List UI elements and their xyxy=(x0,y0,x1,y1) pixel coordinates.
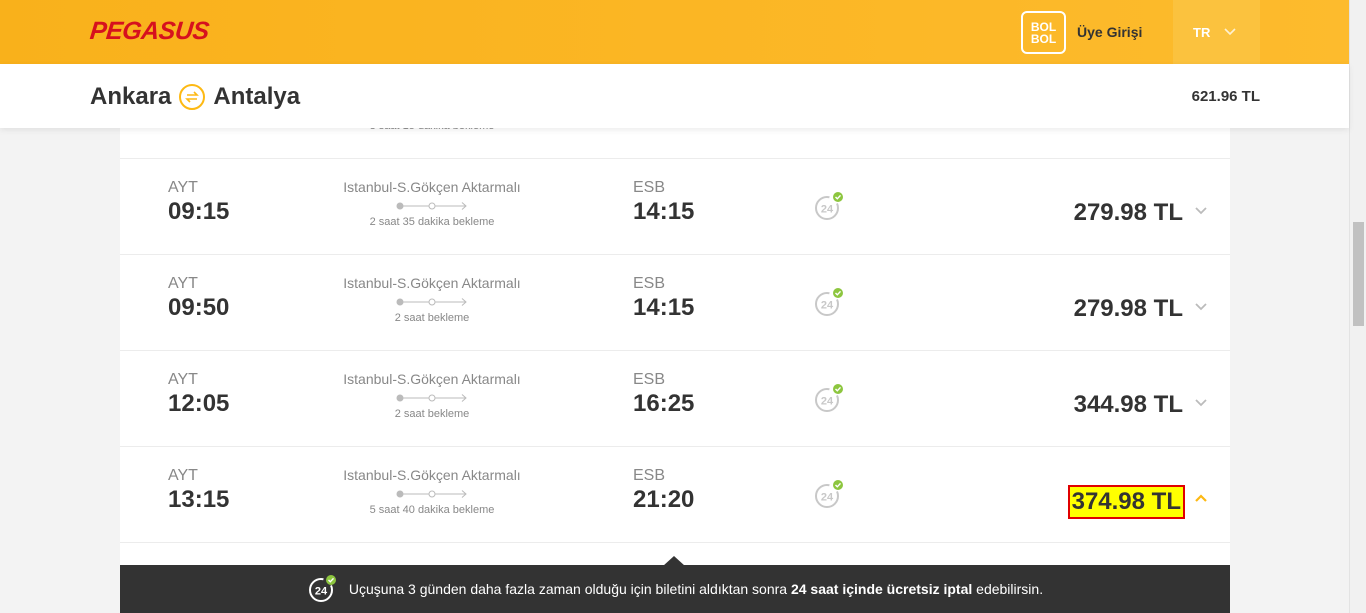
bolbol-icon[interactable]: BOL BOL xyxy=(1021,11,1066,54)
language-label: TR xyxy=(1193,24,1211,40)
route-title: Ankara Antalya xyxy=(90,83,300,111)
destination-city: Antalya xyxy=(213,83,301,110)
svg-text:24: 24 xyxy=(821,204,834,216)
free-cancel-24h-icon: 24 xyxy=(815,288,843,316)
svg-text:24: 24 xyxy=(821,396,834,408)
origin-city: Ankara xyxy=(90,83,172,110)
chevron-down-icon[interactable] xyxy=(1194,299,1208,313)
svg-text:24: 24 xyxy=(821,300,834,312)
chevron-down-icon[interactable] xyxy=(1194,203,1208,217)
connection-info: Istanbul-S.Gökçen Aktarmalı xyxy=(343,275,521,291)
departure-airport-code: AYT xyxy=(168,467,198,484)
arrival-time: 14:15 xyxy=(633,198,695,225)
layover-duration: 5 saat 40 dakika bekleme xyxy=(369,504,495,516)
total-price: 621.96 TL xyxy=(1191,88,1260,105)
route-summary-bar: Ankara Antalya 621.96 TL xyxy=(0,64,1349,128)
flight-row[interactable]: AYT 13:15 Istanbul-S.Gökçen Aktarmalı 5 … xyxy=(120,447,1230,543)
connection-arrow-icon xyxy=(396,298,467,306)
arrival-airport-code: ESB xyxy=(633,275,666,292)
layover-duration: 2 saat bekleme xyxy=(394,312,470,324)
chevron-down-icon[interactable] xyxy=(1194,395,1208,409)
svg-text:24: 24 xyxy=(821,492,834,504)
departure-airport-code: AYT xyxy=(168,179,198,196)
connection-arrow-icon xyxy=(396,490,467,498)
departure-airport-code: AYT xyxy=(168,275,198,292)
connection-info: Istanbul-S.Gökçen Aktarmalı xyxy=(343,179,521,195)
free-cancel-24h-icon: 24 xyxy=(308,575,336,602)
flight-row[interactable]: AYT 09:15 Istanbul-S.Gökçen Aktarmalı 2 … xyxy=(120,159,1230,255)
departure-time: 09:50 xyxy=(168,294,230,321)
svg-text:24: 24 xyxy=(315,586,328,598)
bolbol-text-line1: BOL xyxy=(1030,19,1057,34)
scrollbar-thumb[interactable] xyxy=(1353,222,1364,326)
selected-fare-price[interactable]: 374.98 TL xyxy=(1067,485,1185,519)
flight-list: 08:35 3 saat 15 dakika bekleme 14:15 24 … xyxy=(120,96,1230,613)
arrival-airport-code: ESB xyxy=(633,179,666,196)
fare-price[interactable]: 344.98 TL xyxy=(1074,391,1183,419)
bolbol-text-line2: BOL xyxy=(1030,31,1057,46)
connection-info: Istanbul-S.Gökçen Aktarmalı xyxy=(343,467,521,483)
free-cancel-24h-icon: 24 xyxy=(815,480,843,508)
banner-text: Uçuşuna 3 günden daha fazla zaman olduğu… xyxy=(348,581,1044,597)
fare-price[interactable]: 279.98 TL xyxy=(1074,199,1183,227)
arrival-time: 21:20 xyxy=(633,486,695,513)
departure-airport-code: AYT xyxy=(168,371,198,388)
page-scrollbar[interactable] xyxy=(1349,0,1366,613)
chevron-down-icon xyxy=(1224,28,1236,36)
connection-arrow-icon xyxy=(396,394,467,402)
pegasus-logo[interactable]: PEGASUS xyxy=(88,17,211,46)
top-header: PEGASUS BOL BOL Üye Girişi TR xyxy=(0,0,1349,64)
free-cancel-banner: 24 Uçuşuna 3 günden daha fazla zaman old… xyxy=(120,565,1230,613)
flight-row[interactable]: AYT 09:50 Istanbul-S.Gökçen Aktarmalı 2 … xyxy=(120,255,1230,351)
fare-price[interactable]: 279.98 TL xyxy=(1074,295,1183,323)
flight-row[interactable]: AYT 12:05 Istanbul-S.Gökçen Aktarmalı 2 … xyxy=(120,351,1230,447)
arrival-airport-code: ESB xyxy=(633,371,666,388)
connection-info: Istanbul-S.Gökçen Aktarmalı xyxy=(343,371,521,387)
chevron-up-icon[interactable] xyxy=(1194,491,1208,505)
arrival-time: 14:15 xyxy=(633,294,695,321)
arrival-time: 16:25 xyxy=(633,390,695,417)
arrival-airport-code: ESB xyxy=(633,467,666,484)
login-link[interactable]: Üye Girişi xyxy=(1077,24,1142,40)
free-cancel-24h-icon: 24 xyxy=(815,192,843,220)
departure-time: 09:15 xyxy=(168,198,230,225)
free-cancel-24h-icon: 24 xyxy=(815,384,843,412)
layover-duration: 2 saat bekleme xyxy=(394,408,470,420)
swap-arrows-icon xyxy=(179,84,206,110)
language-selector[interactable]: TR xyxy=(1173,0,1260,64)
connection-arrow-icon xyxy=(396,202,467,210)
departure-time: 12:05 xyxy=(168,390,230,417)
layover-duration: 2 saat 35 dakika bekleme xyxy=(369,216,495,228)
departure-time: 13:15 xyxy=(168,486,230,513)
